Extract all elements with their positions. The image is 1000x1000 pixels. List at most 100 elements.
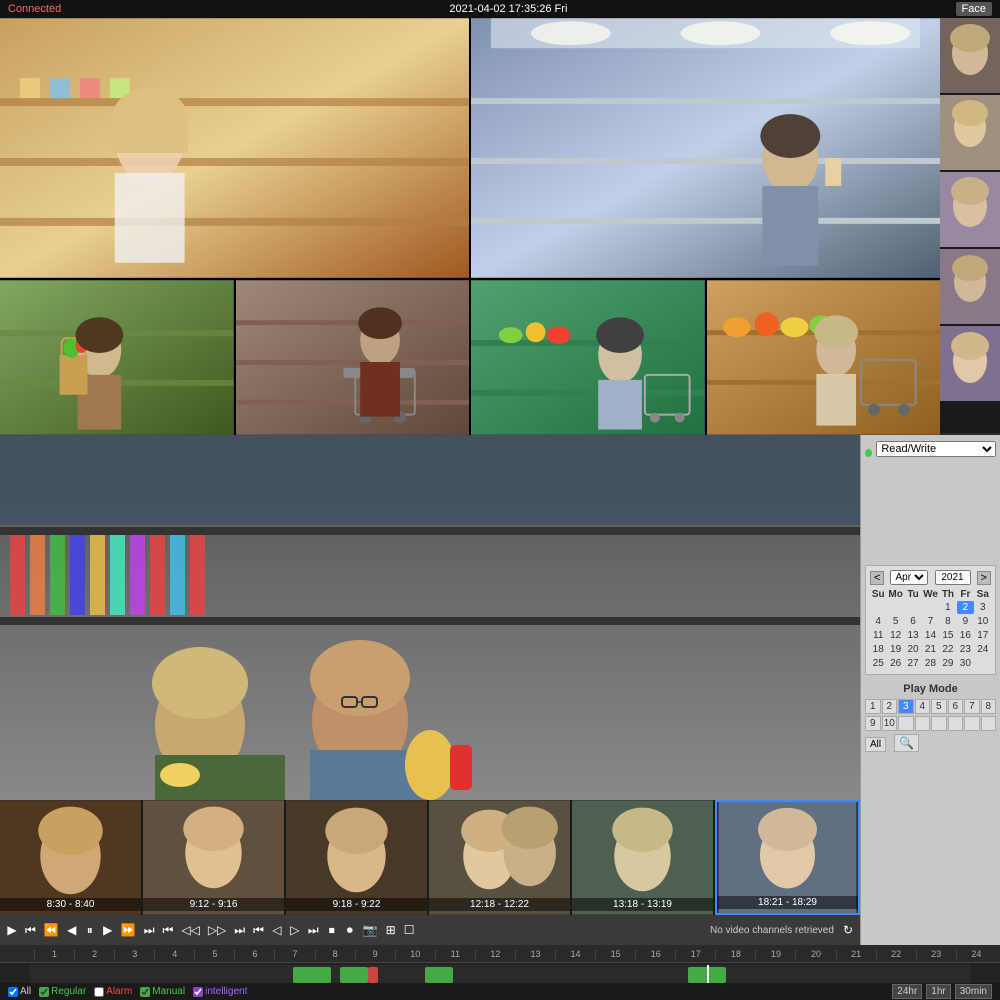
next-clip-button[interactable]: ⏭ xyxy=(305,921,322,940)
pm-cell-2[interactable]: 2 xyxy=(882,699,898,714)
cal-day-15[interactable]: 15 xyxy=(940,629,956,642)
pm-cell-7[interactable]: 7 xyxy=(964,699,980,714)
legend-regular[interactable]: Regular xyxy=(39,986,86,997)
rec-button[interactable]: ⏺ xyxy=(342,921,358,940)
cal-day-4[interactable]: 4 xyxy=(870,615,886,628)
cal-day-10[interactable]: 10 xyxy=(975,615,991,628)
camera-feed-6[interactable] xyxy=(707,280,941,435)
pause-button[interactable]: ⏸ xyxy=(82,921,98,940)
legend-intelligent-check[interactable] xyxy=(193,987,203,997)
next-sec-button[interactable]: ▷ xyxy=(287,921,303,939)
stop-button[interactable]: ⏹ xyxy=(324,921,340,940)
cal-day-11[interactable]: 11 xyxy=(870,629,886,642)
thumb-5[interactable]: 13:18 - 13:19 xyxy=(572,800,713,915)
cal-day-28[interactable]: 28 xyxy=(922,657,938,670)
legend-all[interactable]: All xyxy=(8,986,31,997)
face-button[interactable]: Face xyxy=(956,2,992,16)
pm-cell-5[interactable]: 5 xyxy=(931,699,947,714)
camera-feed-1[interactable] xyxy=(0,18,469,278)
cal-day-17[interactable]: 17 xyxy=(975,629,991,642)
legend-regular-check[interactable] xyxy=(39,987,49,997)
sidebar-thumb-4[interactable] xyxy=(940,249,1000,324)
fast-fwd-button[interactable]: ⏩ xyxy=(118,921,139,939)
prev-clip-button[interactable]: ⏮ xyxy=(250,921,267,940)
cal-day-22[interactable]: 22 xyxy=(940,643,956,656)
skip-start-button[interactable]: ⏮ xyxy=(22,921,39,940)
prev-sec-button[interactable]: ◁ xyxy=(269,921,285,939)
play-button[interactable]: ▶ xyxy=(4,921,20,939)
camera-feed-5[interactable] xyxy=(471,280,705,435)
sidebar-thumb-1[interactable] xyxy=(940,18,1000,93)
skip-end-button[interactable]: ⏭ xyxy=(141,921,158,940)
timeline-bar[interactable] xyxy=(30,965,970,983)
frame-fwd-button[interactable]: ▷▷ xyxy=(205,921,229,939)
cal-day-23[interactable]: 23 xyxy=(957,643,973,656)
pm-cell-6[interactable]: 6 xyxy=(948,699,964,714)
pm-all-button[interactable]: All xyxy=(865,737,886,752)
fullscreen-button[interactable]: ☐ xyxy=(401,921,418,939)
cal-day-13[interactable]: 13 xyxy=(905,629,921,642)
cal-day-21[interactable]: 21 xyxy=(922,643,938,656)
cal-day-29[interactable]: 29 xyxy=(940,657,956,670)
frame-back-button[interactable]: ◁◁ xyxy=(178,921,202,939)
thumb-2[interactable]: 9:12 - 9:16 xyxy=(143,800,284,915)
thumb-3[interactable]: 9:18 - 9:22 xyxy=(286,800,427,915)
cal-day-12[interactable]: 12 xyxy=(887,629,903,642)
calendar-month-select[interactable]: Apr xyxy=(890,570,928,585)
legend-manual-check[interactable] xyxy=(140,987,150,997)
cal-day-5[interactable]: 5 xyxy=(887,615,903,628)
cal-day-16[interactable]: 16 xyxy=(957,629,973,642)
cal-day-27[interactable]: 27 xyxy=(905,657,921,670)
sidebar-thumb-5[interactable] xyxy=(940,326,1000,401)
camera-feed-3[interactable] xyxy=(0,280,234,435)
cal-day-26[interactable]: 26 xyxy=(887,657,903,670)
calendar-next-btn[interactable]: > xyxy=(977,571,991,585)
cal-day-8[interactable]: 8 xyxy=(940,615,956,628)
cal-day-18[interactable]: 18 xyxy=(870,643,886,656)
cal-day-1[interactable]: 1 xyxy=(940,601,956,614)
pm-search-button[interactable]: 🔍 xyxy=(894,734,919,752)
cal-day-24[interactable]: 24 xyxy=(975,643,991,656)
camera-feed-4[interactable] xyxy=(236,280,470,435)
cal-day-3[interactable]: 3 xyxy=(975,601,991,614)
thumb-4[interactable]: 12:18 - 12:22 xyxy=(429,800,570,915)
split-button[interactable]: ⊞ xyxy=(383,921,399,939)
legend-intelligent[interactable]: intelligent xyxy=(193,986,247,997)
cal-day-14[interactable]: 14 xyxy=(922,629,938,642)
pm-cell-9[interactable]: 9 xyxy=(865,716,881,731)
pm-cell-1[interactable]: 1 xyxy=(865,699,881,714)
cal-day-19[interactable]: 19 xyxy=(887,643,903,656)
cal-day-20[interactable]: 20 xyxy=(905,643,921,656)
pm-cell-4[interactable]: 4 xyxy=(915,699,931,714)
thumb-6[interactable]: 18:21 - 18:29 xyxy=(715,800,860,915)
sidebar-thumb-2[interactable] xyxy=(940,95,1000,170)
cal-day-7[interactable]: 7 xyxy=(922,615,938,628)
legend-manual[interactable]: Manual xyxy=(140,986,185,997)
sidebar-thumb-3[interactable] xyxy=(940,172,1000,247)
zoom-1hr-button[interactable]: 1hr xyxy=(926,984,950,999)
last-button[interactable]: ⏭ xyxy=(231,921,248,940)
legend-alarm-check[interactable] xyxy=(94,987,104,997)
pm-cell-3[interactable]: 3 xyxy=(898,699,914,714)
step-back-button[interactable]: ⏮ xyxy=(160,921,177,940)
zoom-24hr-button[interactable]: 24hr xyxy=(892,984,922,999)
snap-button[interactable]: 📷 xyxy=(360,921,381,939)
cal-day-2[interactable]: 2 xyxy=(957,601,973,614)
cal-day-9[interactable]: 9 xyxy=(957,615,973,628)
prev-frame-button[interactable]: ⏪ xyxy=(41,921,62,939)
thumb-1[interactable]: 8:30 - 8:40 xyxy=(0,800,141,915)
pm-cell-8[interactable]: 8 xyxy=(981,699,997,714)
calendar-year-input[interactable] xyxy=(935,570,971,585)
cal-day-6[interactable]: 6 xyxy=(905,615,921,628)
zoom-30min-button[interactable]: 30min xyxy=(955,984,992,999)
legend-alarm[interactable]: Alarm xyxy=(94,986,132,997)
pm-cell-10[interactable]: 10 xyxy=(882,716,898,731)
refresh-button[interactable]: ↻ xyxy=(840,921,856,939)
read-write-select[interactable]: Read/Write xyxy=(876,441,996,457)
cal-day-30[interactable]: 30 xyxy=(957,657,973,670)
camera-feed-2[interactable] xyxy=(471,18,940,278)
legend-all-check[interactable] xyxy=(8,987,18,997)
slow-rev-button[interactable]: ◀ xyxy=(64,921,80,939)
slow-fwd-button[interactable]: ▶ xyxy=(100,921,116,939)
calendar-prev-btn[interactable]: < xyxy=(870,571,884,585)
